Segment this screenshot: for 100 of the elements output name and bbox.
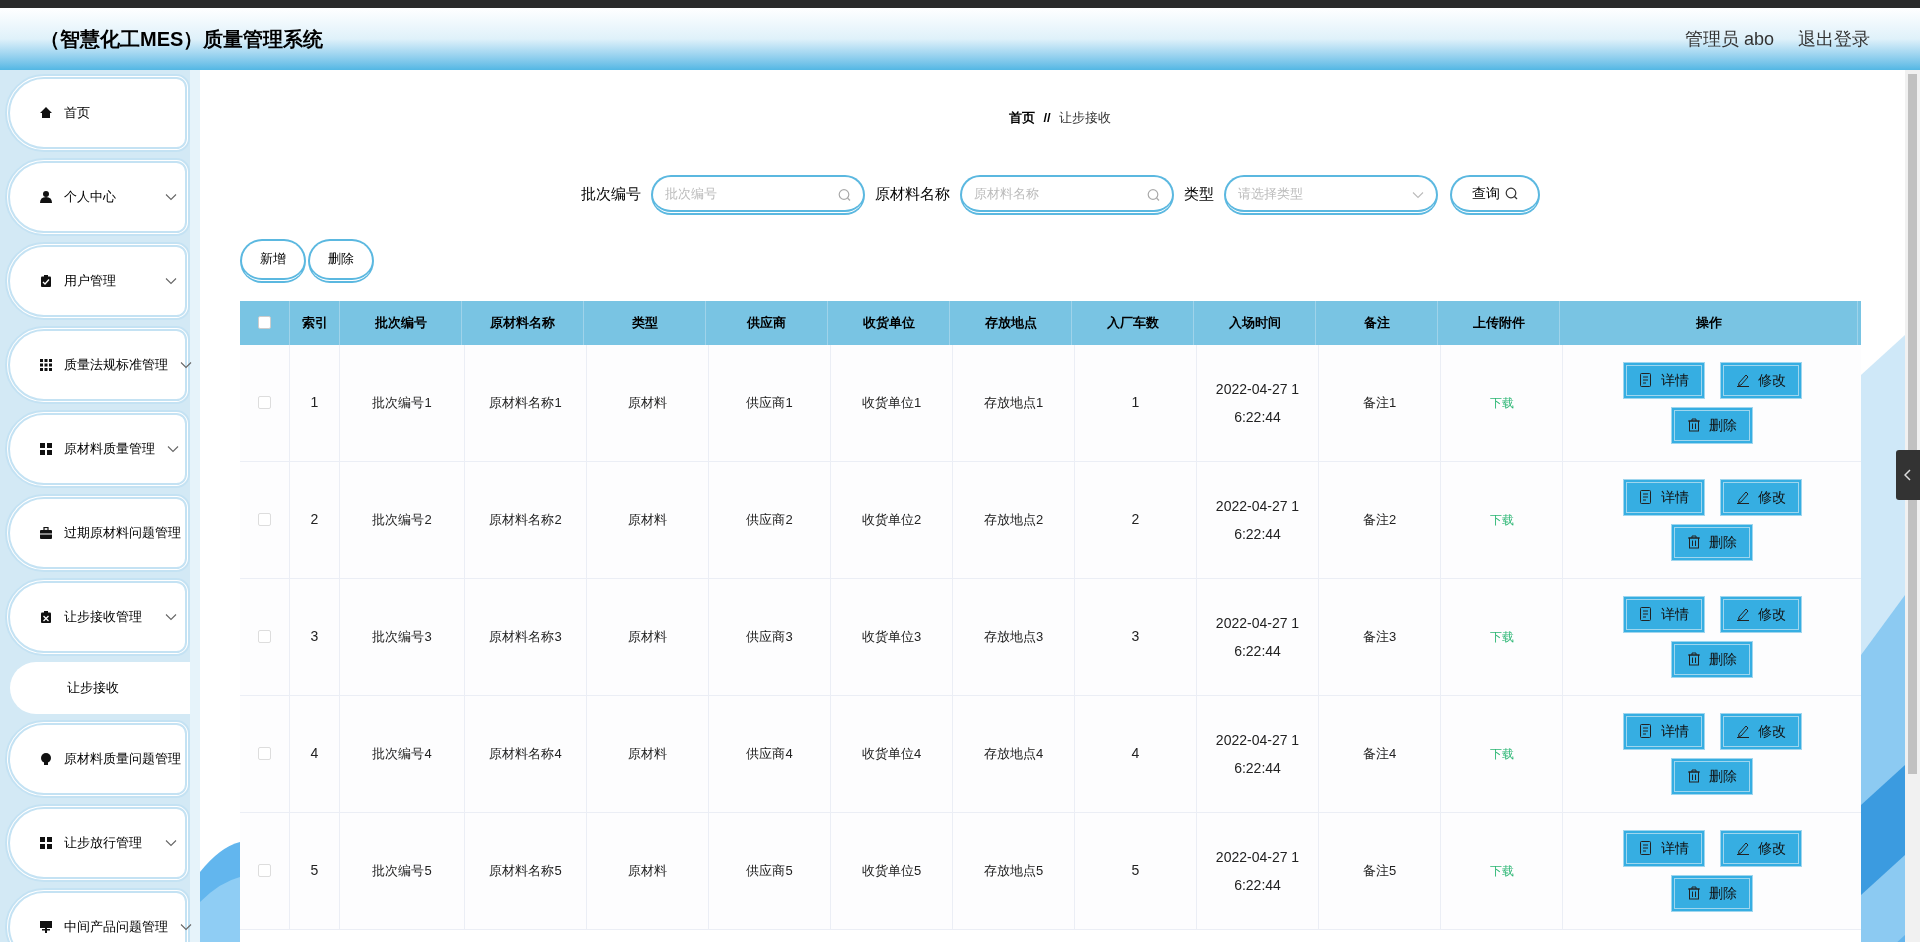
breadcrumb-current: 让步接收 [1058, 109, 1111, 127]
search-button[interactable]: 查询 [1449, 174, 1540, 215]
table-cell-text: 1 [1131, 393, 1140, 412]
column-header[interactable]: 类型 [584, 300, 706, 345]
table-cell-text: 收货单位1 [861, 393, 922, 412]
toolbar-button[interactable]: 新增 [240, 238, 306, 283]
action-button[interactable]: 详情 [1622, 595, 1705, 633]
row-checkbox[interactable] [258, 747, 271, 760]
chevron-down-icon [165, 613, 177, 621]
field-label: 类型 [1183, 184, 1214, 205]
table-cell-text: 4 [1131, 744, 1140, 763]
column-header[interactable]: 入厂车数 [1072, 300, 1194, 345]
table-cell-text: 批次编号4 [372, 744, 432, 763]
action-button[interactable]: 删除 [1671, 523, 1753, 561]
submenu-item[interactable]: 让步接收 [10, 662, 190, 714]
action-button[interactable]: 详情 [1622, 361, 1705, 399]
menu-item[interactable]: 让步接收管理 [5, 578, 190, 656]
clipboard-x-icon [40, 611, 52, 623]
table-cell-text: 原材料名称2 [489, 510, 562, 529]
document-icon [1638, 841, 1653, 855]
column-header[interactable]: 批次编号 [340, 300, 462, 345]
document-icon [1638, 724, 1653, 738]
row-checkbox[interactable] [258, 630, 271, 643]
table-cell-text: 供应商5 [746, 861, 793, 880]
table-cell-text: 原材料 [628, 510, 667, 529]
table-cell-text: 批次编号5 [372, 861, 432, 880]
table-cell-text: 2022-04-27 16:22:44 [1214, 379, 1301, 427]
pencil-icon [1735, 373, 1750, 387]
table-cell-text: 原材料 [628, 627, 667, 646]
search-field[interactable]: 批次编号 [650, 174, 865, 215]
trash-icon [1687, 535, 1701, 549]
chevron-down-icon [165, 839, 177, 847]
row-checkbox[interactable] [258, 513, 271, 526]
action-button[interactable]: 删除 [1671, 640, 1753, 678]
table-cell-text: 5 [1131, 861, 1140, 880]
column-header[interactable]: 上传附件 [1438, 300, 1560, 345]
column-header[interactable]: 存放地点 [950, 300, 1072, 345]
pencil-icon [1735, 841, 1750, 855]
menu-item[interactable]: 质量法规标准管理 [5, 326, 190, 404]
column-header[interactable]: 供应商 [706, 300, 828, 345]
trash-icon [1687, 418, 1701, 432]
app-title: （智慧化工MES）质量管理系统 [40, 27, 324, 52]
table-cell-text: 2 [1131, 510, 1140, 529]
column-header[interactable]: 入场时间 [1194, 300, 1316, 345]
menu-item[interactable]: 过期原材料问题管理 [5, 494, 190, 572]
menu-item[interactable]: 个人中心 [5, 158, 190, 236]
menu-item[interactable]: 原材料质量问题管理 [5, 720, 190, 798]
table-cell-text: 存放地点4 [983, 744, 1044, 763]
table-cell-text: 2022-04-27 16:22:44 [1214, 613, 1301, 661]
action-button[interactable]: 修改 [1719, 478, 1802, 516]
menu-item[interactable]: 中间产品问题管理 [5, 888, 190, 942]
menu-item[interactable]: 让步放行管理 [5, 804, 190, 882]
column-header[interactable]: 索引 [290, 300, 340, 345]
column-header[interactable]: 备注 [1316, 300, 1438, 345]
monitor-icon [40, 921, 52, 933]
table-cell-text: 供应商4 [746, 744, 793, 763]
action-button[interactable]: 删除 [1671, 757, 1753, 795]
column-header[interactable]: 操作 [1560, 300, 1858, 345]
logout-link[interactable]: 退出登录 [1798, 25, 1870, 53]
action-button[interactable]: 修改 [1719, 595, 1802, 633]
action-button[interactable]: 删除 [1671, 406, 1753, 444]
search-icon [837, 188, 851, 201]
action-button[interactable]: 删除 [1671, 874, 1753, 912]
search-field[interactable]: 原材料名称 [959, 174, 1174, 215]
table-cell-text: 3 [1131, 627, 1140, 646]
table-cell-text: 原材料名称1 [489, 393, 562, 412]
select-all-checkbox[interactable] [258, 316, 271, 329]
scrollbar[interactable] [1905, 70, 1920, 942]
lightbulb-icon [40, 753, 52, 765]
menu-item[interactable]: 首页 [5, 74, 190, 152]
row-checkbox[interactable] [258, 396, 271, 409]
type-select[interactable]: 请选择类型 [1223, 174, 1438, 215]
action-button[interactable]: 修改 [1719, 829, 1802, 867]
table-cell-text: 收货单位3 [861, 627, 922, 646]
table-cell-text: 原材料名称3 [489, 627, 562, 646]
grid-icon [40, 359, 52, 371]
table-cell-text: 批次编号2 [372, 510, 432, 529]
action-button[interactable]: 修改 [1719, 361, 1802, 399]
toolbar-button[interactable]: 删除 [308, 238, 374, 283]
field-label: 批次编号 [580, 184, 641, 205]
menu-item[interactable]: 原材料质量管理 [5, 410, 190, 488]
action-button[interactable]: 修改 [1719, 712, 1802, 750]
user-icon [40, 191, 52, 203]
action-button[interactable]: 详情 [1622, 829, 1705, 867]
chevron-down-icon [180, 923, 192, 931]
home-icon [40, 107, 52, 119]
action-button[interactable]: 详情 [1622, 478, 1705, 516]
breadcrumb-link[interactable]: 首页 [1009, 108, 1036, 128]
briefcase-icon [40, 527, 52, 539]
menu-item[interactable]: 用户管理 [5, 242, 190, 320]
table-cell-text: 供应商3 [746, 627, 793, 646]
action-button[interactable]: 详情 [1622, 712, 1705, 750]
table-cell-text: 2 [310, 510, 319, 529]
row-checkbox[interactable] [258, 864, 271, 877]
clipboard-check-icon [40, 275, 52, 287]
table-cell-text: 存放地点1 [983, 393, 1044, 412]
table-cell-text: 1 [310, 393, 319, 412]
collapse-tab[interactable] [1896, 450, 1920, 500]
column-header[interactable]: 原材料名称 [462, 300, 584, 345]
column-header[interactable]: 收货单位 [828, 300, 950, 345]
